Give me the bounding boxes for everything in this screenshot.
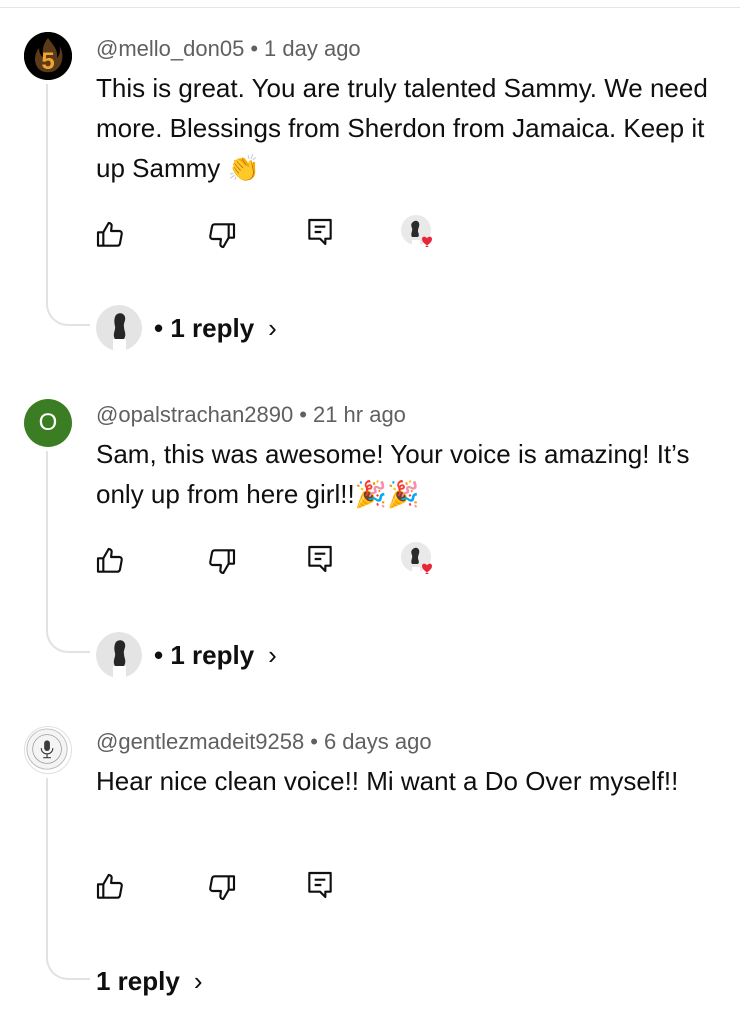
top-divider xyxy=(0,7,740,8)
meta-separator: • xyxy=(310,729,318,754)
comment-text: Hear nice clean voice!! Mi want a Do Ove… xyxy=(96,761,716,801)
comment-meta: @gentlezmadeit9258 • 6 days ago xyxy=(96,729,432,755)
avatar-letter: O xyxy=(38,409,58,436)
comment-time: 21 hr ago xyxy=(312,402,406,427)
reply-count: 1 reply xyxy=(170,312,255,343)
creator-heart-badge xyxy=(400,541,436,577)
comment-time: 1 day ago xyxy=(264,36,361,61)
fire-five-logo-icon: 5 xyxy=(24,32,72,80)
reply-author-avatar xyxy=(96,305,142,351)
view-replies-button[interactable]: • 1 reply › xyxy=(96,303,277,353)
comment-text: Sam, this was awesome! Your voice is ama… xyxy=(96,434,716,515)
meta-separator: • xyxy=(299,402,307,427)
reply-icon xyxy=(308,218,332,246)
like-button[interactable] xyxy=(92,869,128,905)
reply-button[interactable] xyxy=(302,214,338,250)
reply-icon xyxy=(308,871,332,899)
like-button[interactable] xyxy=(92,543,128,579)
creator-heart-icon xyxy=(401,215,432,247)
reply-bullet: • xyxy=(154,639,164,670)
meta-separator: • xyxy=(250,36,259,61)
author-handle[interactable]: @mello_don05 xyxy=(96,36,244,61)
creator-avatar-icon xyxy=(96,305,142,351)
thread-line xyxy=(46,778,90,980)
reply-count: 1 reply xyxy=(96,965,180,996)
reply-icon xyxy=(308,545,332,573)
thumbs-down-icon xyxy=(209,875,236,901)
music-group-badge-icon xyxy=(26,728,68,770)
thumbs-down-icon xyxy=(209,223,236,249)
comment-meta: @mello_don05 • 1 day ago xyxy=(96,36,361,62)
comment-body: This is great. You are truly talented Sa… xyxy=(96,73,708,183)
view-replies-button[interactable]: 1 reply › xyxy=(96,956,203,1006)
thumbs-up-icon xyxy=(96,221,123,247)
thumbs-up-icon xyxy=(96,873,123,899)
clapping-emoji: 👏 xyxy=(227,154,260,184)
chevron-right-icon: › xyxy=(268,312,277,343)
dislike-button[interactable] xyxy=(204,543,240,579)
dislike-button[interactable] xyxy=(204,869,240,905)
dislike-button[interactable] xyxy=(204,217,240,253)
comment-text: This is great. You are truly talented Sa… xyxy=(96,68,716,189)
author-handle[interactable]: @opalstrachan2890 xyxy=(96,402,293,427)
avatar[interactable]: 5 xyxy=(24,32,72,80)
comment-meta: @opalstrachan2890 • 21 hr ago xyxy=(96,402,406,428)
thumbs-up-icon xyxy=(96,547,123,573)
view-replies-button[interactable]: • 1 reply › xyxy=(96,630,277,680)
like-button[interactable] xyxy=(92,217,128,253)
creator-heart-badge xyxy=(400,214,436,250)
thread-line xyxy=(46,84,90,326)
comment-body: Hear nice clean voice!! Mi want a Do Ove… xyxy=(96,766,679,796)
creator-heart-icon xyxy=(401,542,432,574)
reply-button[interactable] xyxy=(302,867,338,903)
avatar[interactable]: O xyxy=(24,399,72,447)
svg-text:5: 5 xyxy=(41,48,54,75)
reply-count: 1 reply xyxy=(170,639,255,670)
reply-author-avatar xyxy=(96,632,142,678)
party-popper-emoji: 🎉🎉 xyxy=(354,480,420,510)
creator-avatar-icon xyxy=(96,632,142,678)
thread-line xyxy=(46,451,90,653)
thumbs-down-icon xyxy=(209,549,236,575)
comment-time: 6 days ago xyxy=(323,729,432,754)
chevron-right-icon: › xyxy=(193,965,203,996)
reply-button[interactable] xyxy=(302,541,338,577)
reply-bullet: • xyxy=(154,312,164,343)
author-handle[interactable]: @gentlezmadeit9258 xyxy=(96,729,304,754)
chevron-right-icon: › xyxy=(268,639,277,670)
avatar[interactable] xyxy=(24,726,72,774)
